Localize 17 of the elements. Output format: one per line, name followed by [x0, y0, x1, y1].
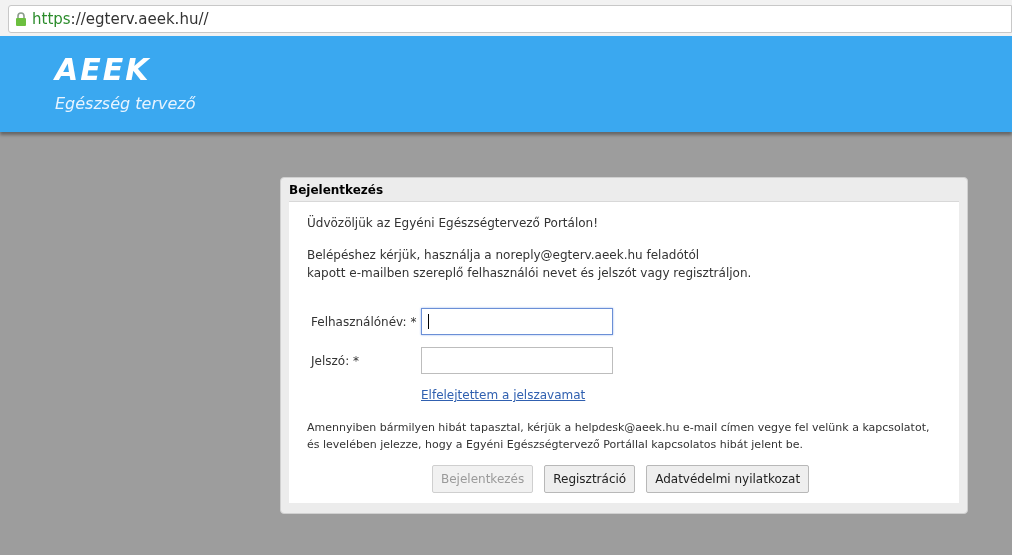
help-text: Amennyiben bármilyen hibát tapasztal, kérjük a helpdesk@aeek.hu e-mail címen vegye fel velünk a kapcsolatot, — [307, 420, 931, 436]
input-field[interactable] — [421, 347, 613, 374]
site-logo: AEEK — [55, 54, 151, 86]
forgot-password-link[interactable]: Elfelejtettem a jelszavamat — [421, 386, 586, 404]
url-text: https://egterv.aeek.hu// — [32, 8, 209, 30]
instruction-text: kapott e-mailben szereplő felhasználói nevet és jelszót vagy regisztráljon. — [307, 265, 753, 282]
form-button[interactable]: Regisztráció — [544, 465, 636, 493]
form-button[interactable]: Adatvédelmi nyilatkozat — [646, 465, 810, 493]
field-label: Jelszó: * — [309, 352, 360, 370]
site-tagline: Egészség tervező — [55, 93, 196, 115]
help-text: és levelében jelezze, hogy a Egyéni Egészségtervező Portállal kapcsolatos hibát jelent be. — [307, 436, 804, 453]
padlock-icon — [15, 12, 27, 26]
instruction-text: Belépéshez kérjük, használja a noreply@egterv.aeek.hu feladótól — [307, 247, 701, 264]
input-field[interactable] — [421, 308, 613, 335]
field-label: Felhasználónév: * — [310, 313, 418, 331]
address-bar[interactable]: https://egterv.aeek.hu// — [8, 5, 1012, 33]
welcome-text: Üdvözöljük az Egyéni Egészségtervező Portálon! — [307, 214, 599, 232]
